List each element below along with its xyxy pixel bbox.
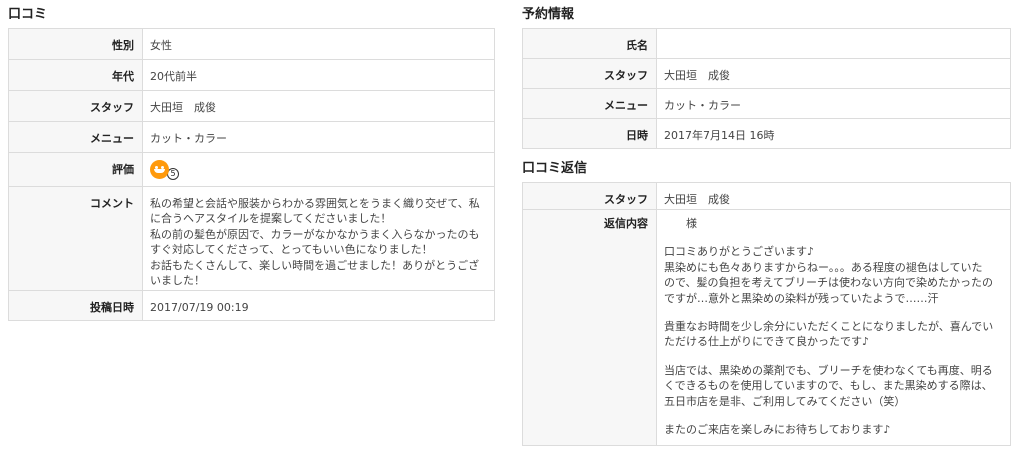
review-row-posted: 投稿日時 2017/07/19 00:19: [8, 290, 495, 321]
reservation-table: 氏名 スタッフ 大田垣 成俊 メニュー カット・カラー 日時 2017年7月14…: [522, 28, 1011, 149]
age-label: 年代: [8, 59, 143, 91]
reply-line: [664, 306, 1010, 319]
menu-value: カット・カラー: [142, 121, 495, 153]
reply-title: 口コミ返信: [522, 161, 588, 176]
comment-line: 私の希望と会話や服装からわかる雰囲気とをうまく織り交ぜて、私: [150, 197, 480, 210]
review-row-comment: コメント 私の希望と会話や服装からわかる雰囲気とをうまく織り交ぜて、私 に合うヘ…: [8, 186, 495, 291]
reply-line: [664, 409, 1010, 422]
reservation-title: 予約情報: [522, 7, 575, 22]
comment-line: すぐ対応してくださって、とってもいい色になりました！: [150, 243, 433, 257]
reply-staff-label: スタッフ: [522, 182, 657, 210]
reply-line: またのご来店を楽しみにお待ちしております♪: [664, 422, 891, 436]
review-table: 性別 女性 年代 20代前半 スタッフ 大田垣 成俊 メニュー カット・カラー …: [8, 28, 495, 321]
reservation-menu-label: メニュー: [522, 88, 657, 119]
date-label: 日時: [522, 118, 657, 149]
reply-row-staff: スタッフ 大田垣 成俊: [522, 182, 1011, 210]
reply-line: ので、髪の負担を考えてブリーチは使わない方向で染めたかったの: [664, 276, 994, 290]
reply-table: スタッフ 大田垣 成俊 返信内容 様 口コミありがとうございます♪ 黒染めにも色…: [522, 182, 1011, 446]
rating-value: 5: [142, 152, 495, 187]
reservation-row-date: 日時 2017年7月14日 16時: [522, 118, 1011, 149]
gender-value: 女性: [150, 39, 172, 52]
date-value: 2017年7月14日 16時: [656, 118, 1011, 149]
reply-staff-value: 大田垣 成俊: [664, 193, 730, 206]
reply-row-content: 返信内容 様 口コミありがとうございます♪ 黒染めにも色々ありますからねー。。。…: [522, 209, 1011, 446]
comment-line: いました！: [150, 273, 205, 287]
reply-line: 黒染めにも色々ありますからねー。。。ある程度の褪色はしていた: [664, 260, 983, 274]
reply-content-value: 様 口コミありがとうございます♪ 黒染めにも色々ありますからねー。。。ある程度の…: [656, 209, 1011, 446]
posted-value: 2017/07/19 00:19: [142, 290, 495, 321]
comment-line: に合うヘアスタイルを提案してくださいました！: [150, 212, 392, 226]
name-label: 氏名: [522, 28, 657, 59]
gender-label: 性別: [8, 28, 143, 60]
reply-content-label: 返信内容: [522, 209, 657, 446]
reply-line: [664, 350, 1010, 363]
reply-line: ただける仕上がりにできて良かったです♪: [664, 335, 870, 349]
age-value: 20代前半: [142, 59, 495, 91]
reservation-row-name: 氏名: [522, 28, 1011, 59]
menu-label: メニュー: [8, 121, 143, 153]
staff-value: 大田垣 成俊: [142, 90, 495, 122]
reply-line: くできるものを使用していますので、もし、また黒染めする際は、: [664, 379, 993, 393]
comment-value: 私の希望と会話や服装からわかる雰囲気とをうまく織り交ぜて、私 に合うヘアスタイル…: [142, 186, 495, 291]
review-row-age: 年代 20代前半: [8, 59, 495, 91]
comment-line: お話もたくさんして、楽しい時間を過ごせました！ありがとうござ: [150, 258, 480, 272]
reply-line: [664, 231, 1010, 244]
comment-label: コメント: [8, 186, 143, 291]
smile-face-icon: [150, 160, 169, 179]
review-row-staff: スタッフ 大田垣 成俊: [8, 90, 495, 122]
reservation-menu-value: カット・カラー: [656, 88, 1011, 119]
reply-line: 貴重なお時間を少し余分にいただくことになりましたが、喜んでい: [664, 319, 994, 333]
right-column: 予約情報 氏名 スタッフ 大田垣 成俊 メニュー カット・カラー 日時 2017…: [522, 6, 1011, 446]
name-value: [657, 29, 1011, 59]
review-section: 口コミ 性別 女性 年代 20代前半 スタッフ 大田垣 成俊 メニュー カット・…: [8, 6, 495, 321]
posted-label: 投稿日時: [8, 290, 143, 321]
rating-label: 評価: [8, 152, 143, 187]
reservation-row-menu: メニュー カット・カラー: [522, 88, 1011, 119]
reply-line: 五日市店を是非、ご利用してみてください（笑）: [664, 394, 906, 408]
reply-line: ですが…意外と黒染めの染料が残っていたようで……汗: [664, 291, 939, 305]
reservation-row-staff: スタッフ 大田垣 成俊: [522, 58, 1011, 89]
comment-line: 私の前の髪色が原因で、カラーがなかなかうまく入らなかったのも: [150, 227, 480, 241]
reply-line: 口コミありがとうございます♪: [664, 245, 815, 259]
review-row-menu: メニュー カット・カラー: [8, 121, 495, 153]
reservation-staff-label: スタッフ: [522, 58, 657, 89]
reservation-staff-value: 大田垣 成俊: [656, 58, 1011, 89]
review-title: 口コミ: [8, 7, 48, 22]
reply-line: 当店では、黒染めの薬剤でも、ブリーチを使わなくても再度、明る: [664, 363, 993, 377]
reply-line: 様: [664, 217, 697, 230]
review-row-gender: 性別 女性: [8, 28, 495, 60]
staff-label: スタッフ: [8, 90, 143, 122]
review-row-rating: 評価 5: [8, 152, 495, 187]
